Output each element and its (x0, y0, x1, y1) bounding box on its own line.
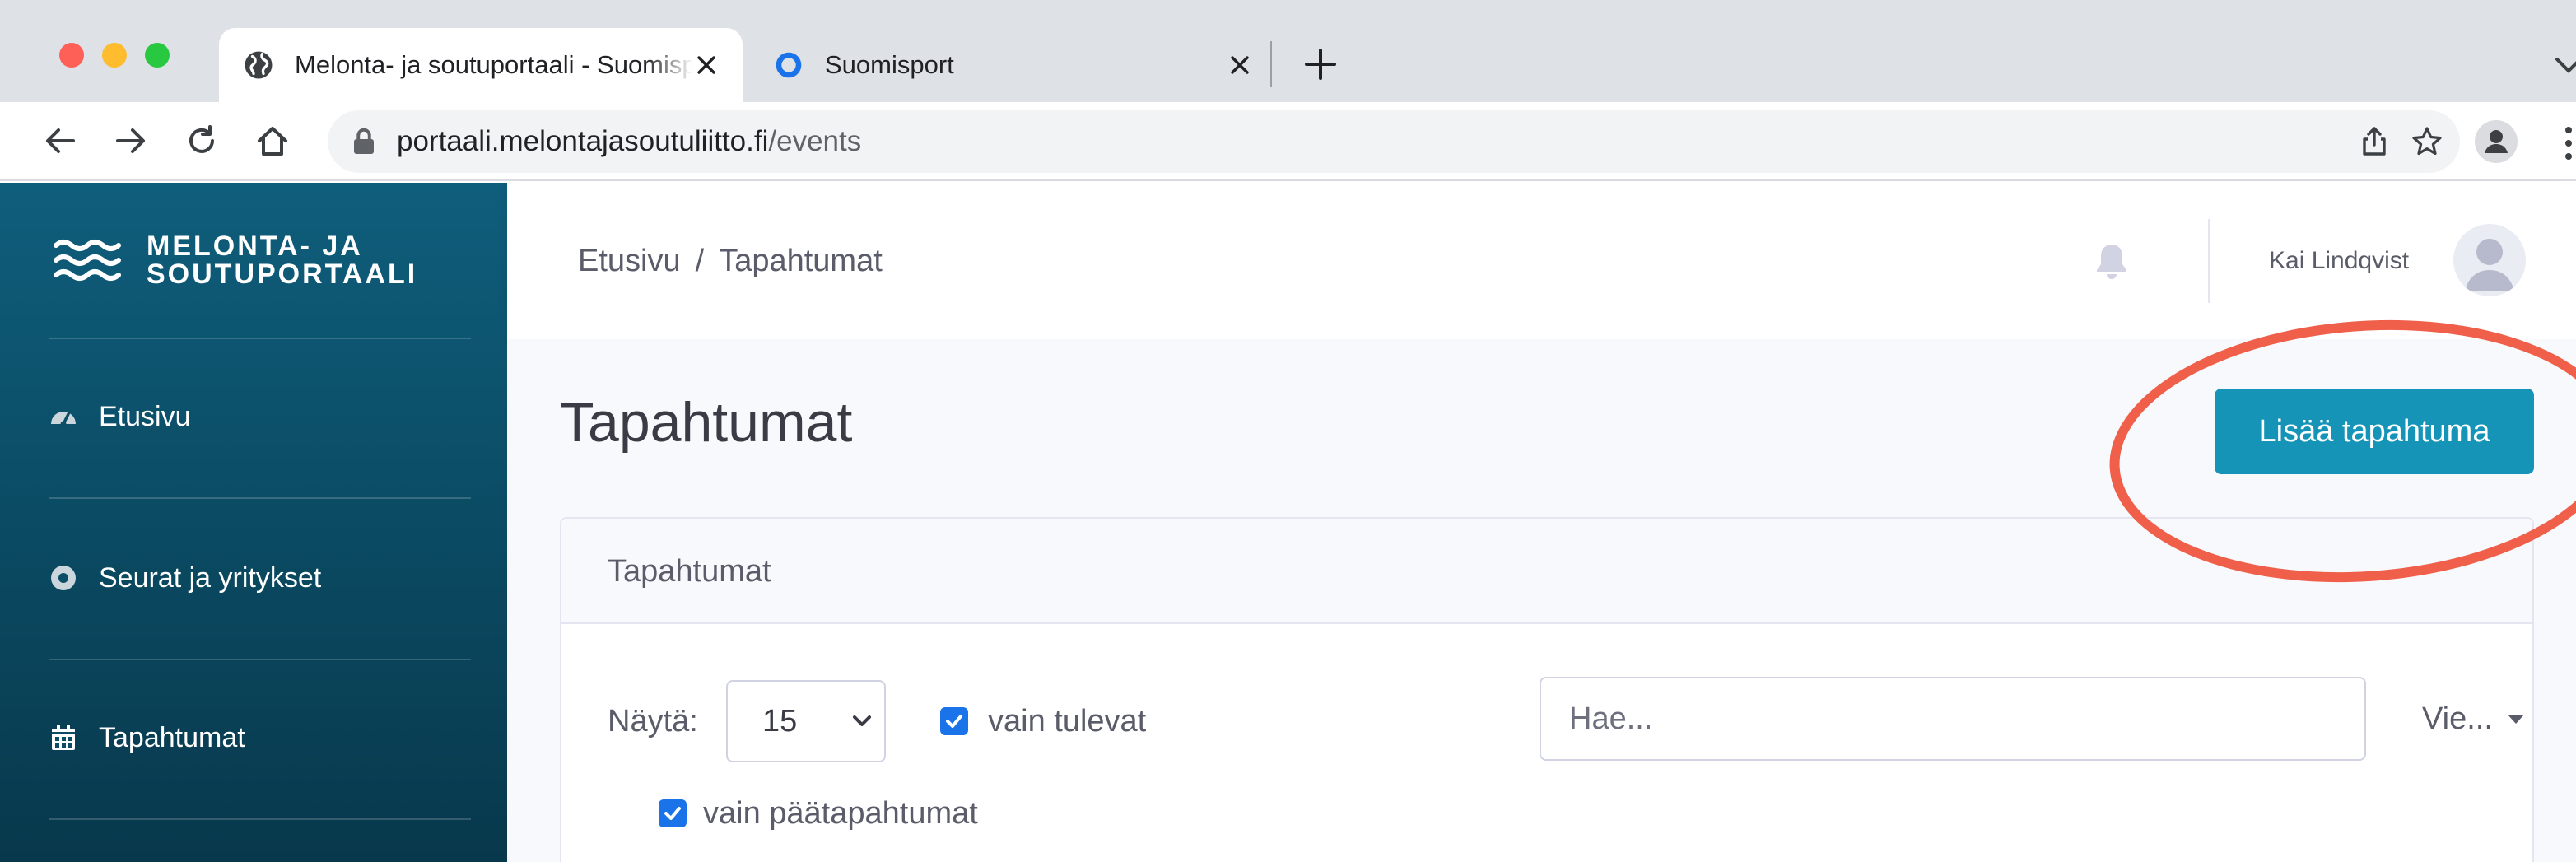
brand[interactable]: MELONTA- JA SOUTUPORTAALI (53, 232, 417, 288)
browser-menu-icon[interactable] (2560, 125, 2576, 161)
sidebar-item-label: Seurat ja yritykset (99, 561, 322, 594)
sidebar: MELONTA- JA SOUTUPORTAALI Etusivu Seurat… (0, 183, 507, 862)
bookmark-star-icon[interactable] (2411, 125, 2443, 158)
breadcrumb-separator: / (695, 244, 705, 278)
tab-close-icon[interactable] (693, 52, 720, 78)
url-path: /events (768, 125, 862, 157)
card-header: Tapahtumat (561, 519, 2532, 624)
window-minimize-button[interactable] (102, 43, 127, 68)
upcoming-only-label[interactable]: vain tulevat (988, 680, 1146, 762)
caret-down-icon (2507, 714, 2524, 724)
breadcrumb-current: Tapahtumat (719, 244, 883, 278)
home-icon[interactable] (249, 117, 296, 165)
brand-name: MELONTA- JA SOUTUPORTAALI (147, 232, 417, 288)
sidebar-item-etusivu[interactable]: Etusivu (49, 375, 471, 458)
forward-arrow-icon[interactable] (107, 117, 155, 165)
sidebar-item-label: Etusivu (99, 400, 191, 432)
sidebar-divider (49, 659, 471, 660)
tab-title: Melonta- ja soutuportaali - Suomisport (295, 50, 693, 79)
url-text[interactable]: portaali.melontajasoutuliitto.fi/events (397, 110, 861, 173)
breadcrumb-home-link[interactable]: Etusivu (578, 244, 681, 278)
export-dropdown-toggle[interactable]: Vie... (2422, 677, 2524, 761)
add-event-button[interactable]: Lisää tapahtuma (2215, 389, 2534, 474)
topbar-divider (2208, 219, 2210, 303)
sidebar-item-label: Tapahtumat (99, 721, 245, 753)
browser-profile-icon[interactable] (2475, 120, 2518, 163)
main-content: Tapahtumat Lisää tapahtuma Tapahtumat Nä… (507, 339, 2576, 862)
brand-line-2: SOUTUPORTAALI (147, 259, 418, 290)
circle-dot-icon (51, 566, 76, 590)
dashboard-icon (51, 411, 76, 427)
card-title: Tapahtumat (608, 554, 771, 589)
sidebar-divider (49, 338, 471, 339)
search-input[interactable] (1540, 677, 2366, 761)
browser-toolbar: portaali.melontajasoutuliitto.fi/events (0, 102, 2576, 181)
waves-logo-icon (54, 240, 121, 281)
back-arrow-icon[interactable] (36, 117, 84, 165)
sidebar-item-tapahtumat[interactable]: Tapahtumat (49, 697, 471, 779)
upcoming-only-checkbox[interactable] (940, 707, 968, 735)
notification-bell-icon[interactable] (2094, 242, 2129, 280)
user-name[interactable]: Kai Lindqvist (2269, 183, 2409, 339)
tab-close-icon[interactable] (1227, 52, 1253, 78)
tab-search-chevron-icon[interactable] (2552, 48, 2576, 81)
page-title: Tapahtumat (560, 391, 853, 454)
sidebar-divider (49, 497, 471, 499)
main-events-only-label[interactable]: vain päätapahtumat (703, 772, 978, 855)
tab-title: Suomisport (825, 50, 954, 79)
main-events-only-checkbox[interactable] (659, 799, 687, 827)
reload-icon[interactable] (178, 117, 226, 165)
page-size-label: Näytä: (608, 704, 698, 739)
window-zoom-button[interactable] (145, 43, 170, 68)
checkmark-icon (946, 715, 962, 728)
events-card: Tapahtumat Näytä: 15 vain tulevat vain p… (560, 517, 2534, 862)
sidebar-divider (49, 818, 471, 820)
browser-tab-strip: Melonta- ja soutuportaali - Suomisport S… (0, 0, 2576, 102)
calendar-icon (52, 725, 75, 750)
screen: Melonta- ja soutuportaali - Suomisport S… (0, 0, 2576, 862)
topbar: Etusivu / Tapahtumat Kai Lindqvist (507, 183, 2576, 339)
user-avatar[interactable] (2453, 224, 2526, 296)
sidebar-item-seurat[interactable]: Seurat ja yritykset (49, 537, 471, 619)
browser-tab-suomisport[interactable]: Suomisport (749, 28, 1276, 102)
window-close-button[interactable] (59, 43, 84, 68)
share-icon[interactable] (2358, 125, 2391, 158)
chevron-down-icon (853, 715, 871, 726)
export-label: Vie... (2422, 701, 2493, 736)
address-bar[interactable]: portaali.melontajasoutuliitto.fi/events (328, 110, 2460, 173)
page-size-value: 15 (762, 704, 798, 739)
lock-icon[interactable] (349, 127, 379, 156)
new-tab-plus-icon[interactable] (1297, 41, 1344, 87)
page-size-select[interactable]: 15 (726, 680, 886, 762)
checkmark-icon (664, 807, 681, 820)
tab-separator (1270, 41, 1272, 87)
suomisport-ring-icon (776, 52, 802, 78)
browser-tab-portaali[interactable]: Melonta- ja soutuportaali - Suomisport (219, 28, 743, 102)
url-domain: portaali.melontajasoutuliitto.fi (397, 125, 769, 157)
globe-icon (245, 51, 273, 79)
breadcrumb: Etusivu / Tapahtumat (578, 183, 883, 339)
brand-line-1: MELONTA- JA (147, 231, 363, 262)
